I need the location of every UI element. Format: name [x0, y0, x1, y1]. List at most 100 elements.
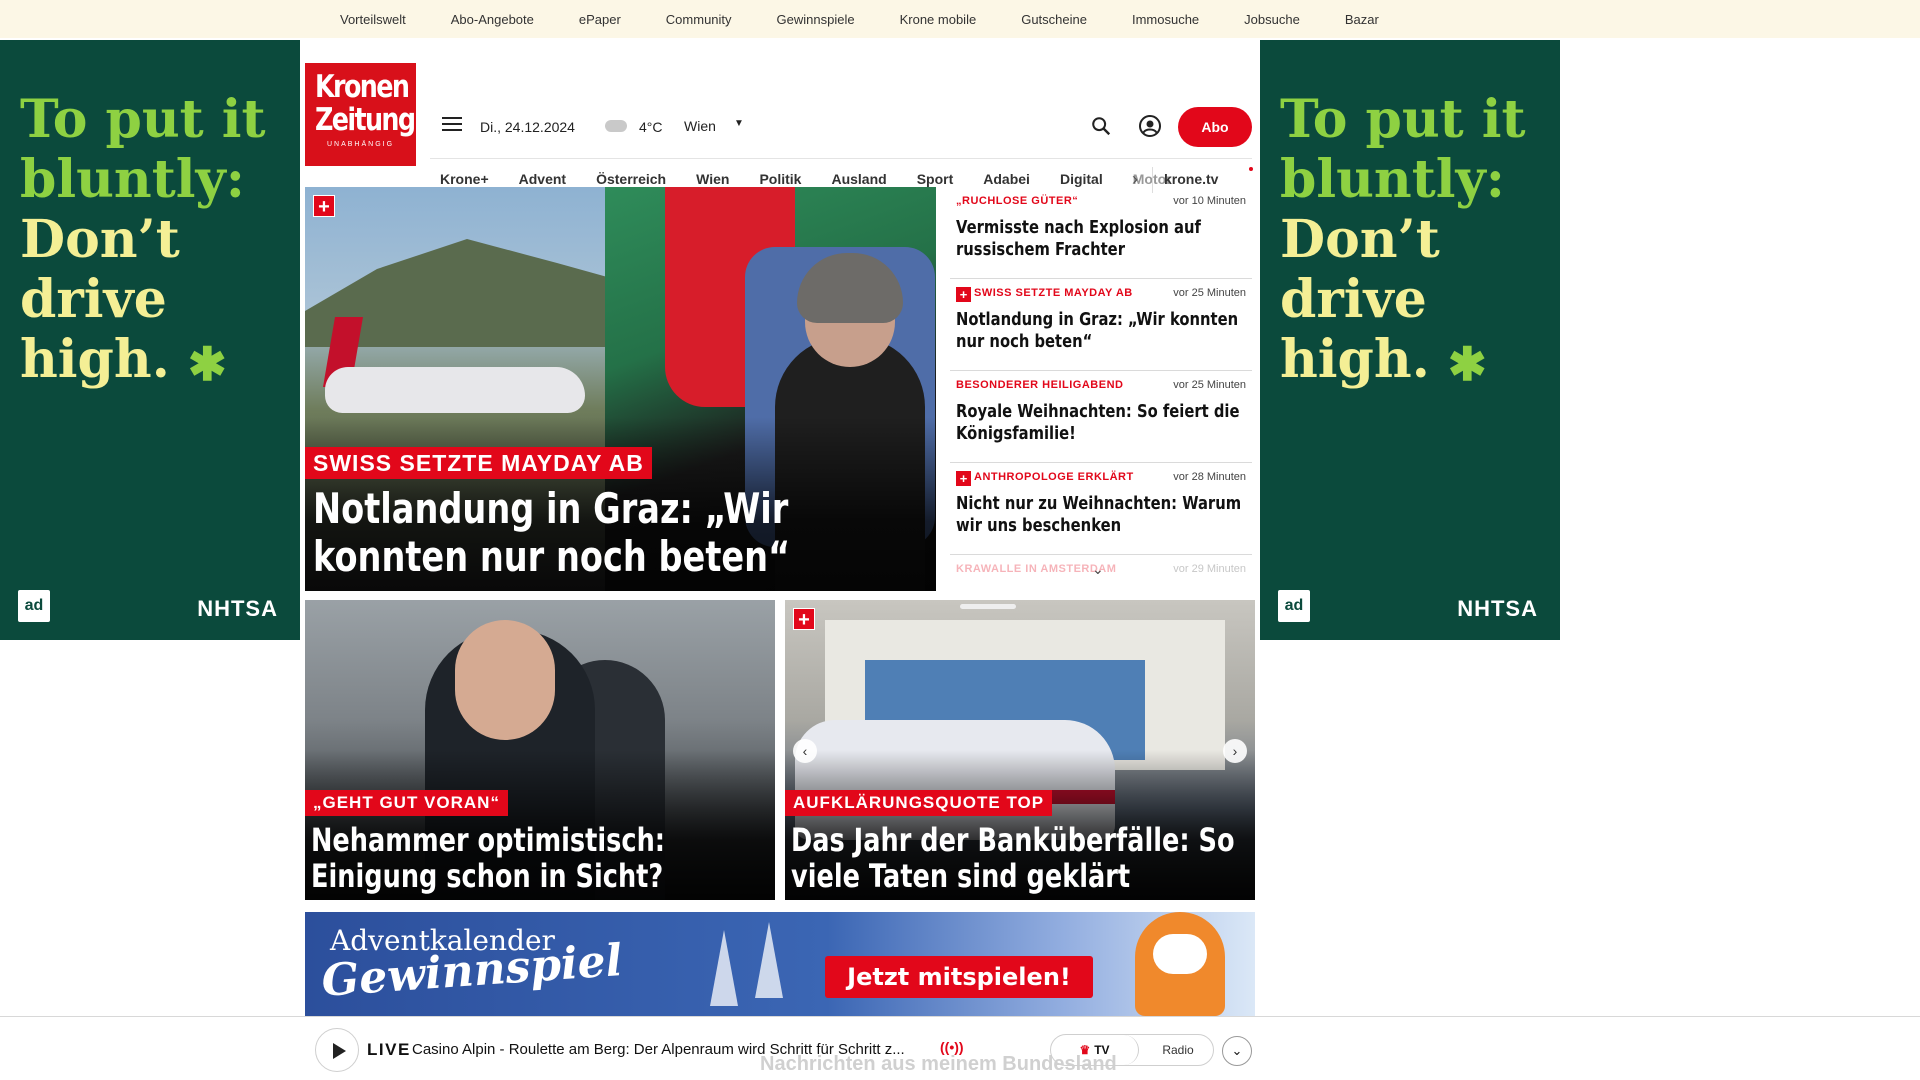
ticker-time: vor 29 Minuten — [1173, 563, 1246, 575]
logo-word-zeitung: Zeitung — [314, 102, 416, 138]
hero-article[interactable]: + SWISS SETZTE MAYDAY AB Notlandung in G… — [305, 187, 936, 591]
topnav-link-abo-angebote[interactable]: Abo-Angebote — [451, 12, 534, 27]
krone-plus-icon: + — [956, 287, 971, 302]
ad-slogan-line2: Don’t drive high. — [1280, 209, 1440, 390]
teaser-headline[interactable]: Das Jahr der Banküberfälle: So viele Tat… — [791, 822, 1255, 894]
tree-icon — [710, 930, 738, 1006]
kronen-zeitung-logo[interactable]: Kronen Zeitung UNABHÄNGIG — [305, 63, 416, 166]
krone-plus-icon: + — [793, 608, 815, 631]
tab-politik[interactable]: Politik — [759, 171, 801, 187]
teaser-article[interactable]: „GEHT GUT VORAN“ Nehammer optimistisch: … — [305, 600, 775, 900]
logo-tagline: UNABHÄNGIG — [326, 141, 395, 148]
tv-radio-toggle: ♛ TV Radio — [1050, 1034, 1214, 1066]
ad-council-logo: ad — [18, 590, 50, 622]
carousel-next-icon[interactable]: › — [1223, 739, 1247, 763]
live-dot-icon — [1249, 167, 1253, 171]
cannabis-leaf-icon: ✱ — [187, 336, 227, 391]
ticker-title[interactable]: Vermisste nach Explosion auf russischem … — [956, 217, 1243, 261]
teaser-headline[interactable]: Nehammer optimistisch: Einigung schon in… — [311, 822, 775, 894]
topnav-link-vorteilswelt[interactable]: Vorteilswelt — [340, 12, 406, 27]
ad-slogan-line2: Don’t drive high. — [20, 209, 180, 390]
nhtsa-logo-text: NHTSA — [197, 596, 278, 621]
nhtsa-logo: NHTSA — [1457, 596, 1538, 622]
tab-wien[interactable]: Wien — [696, 171, 729, 187]
main-content: Kronen Zeitung UNABHÄNGIG Di., 24.12.202… — [300, 38, 1260, 1080]
ticker-item[interactable]: + SWISS SETZTE MAYDAY AB vor 25 Minuten … — [950, 279, 1252, 371]
topnav-link-krone-mobile[interactable]: Krone mobile — [900, 12, 977, 27]
right-skyscraper-ad[interactable]: To put it bluntly: Don’t drive high. ✱ a… — [1260, 40, 1560, 640]
broadcast-icon: ((•)) — [940, 1039, 964, 1055]
cloud-icon — [605, 120, 627, 132]
ticker-title[interactable]: Nicht nur zu Weihnachten: Warum wir uns … — [956, 493, 1243, 537]
topnav-link-immosuche[interactable]: Immosuche — [1132, 12, 1199, 27]
city-selector[interactable]: Wien — [684, 118, 716, 134]
ticker-time: vor 25 Minuten — [1173, 287, 1246, 299]
ticker-item[interactable]: „RUCHLOSE GÜTER“ vor 10 Minuten Vermisst… — [950, 187, 1252, 279]
chevron-down-icon[interactable]: ⌄ — [1092, 561, 1104, 578]
tab-krone-plus[interactable]: Krone+ — [440, 171, 489, 187]
ticker-title[interactable]: Royale Weihnachten: So feiert die Königs… — [956, 401, 1243, 445]
teaser-photo-portrait — [455, 620, 555, 740]
ad-slogan: To put it bluntly: Don’t drive high. ✱ — [20, 90, 290, 394]
carousel-indicator — [960, 604, 1016, 609]
tv-toggle-button[interactable]: ♛ TV — [1051, 1035, 1139, 1065]
current-date: Di., 24.12.2024 — [480, 119, 575, 135]
ad-slogan-line1: To put it bluntly: — [1280, 89, 1526, 210]
tab-sport[interactable]: Sport — [917, 171, 954, 187]
tab-oesterreich[interactable]: Österreich — [596, 171, 666, 187]
ticker-time: vor 28 Minuten — [1173, 471, 1246, 483]
top-utility-links: Vorteilswelt Abo-Angebote ePaper Communi… — [340, 0, 1424, 38]
abo-button[interactable]: Abo — [1178, 107, 1252, 147]
search-icon[interactable] — [1090, 115, 1112, 137]
news-ticker: „RUCHLOSE GÜTER“ vor 10 Minuten Vermisst… — [950, 187, 1252, 591]
chevron-down-icon[interactable]: ⌄ — [1222, 1036, 1252, 1066]
hero-headline[interactable]: Notlandung in Graz: „Wir konnten nur noc… — [313, 485, 921, 581]
hero-photo-airplane — [325, 367, 585, 413]
account-icon[interactable] — [1138, 114, 1162, 138]
topnav-link-community[interactable]: Community — [666, 12, 732, 27]
topnav-link-jobsuche[interactable]: Jobsuche — [1244, 12, 1300, 27]
ticker-time: vor 10 Minuten — [1173, 195, 1246, 207]
ad-council-logo: ad — [1278, 590, 1310, 622]
teaser-kicker: AUFKLÄRUNGSQUOTE TOP — [785, 790, 1053, 816]
menu-icon[interactable] — [442, 117, 462, 133]
topnav-link-gewinnspiele[interactable]: Gewinnspiele — [777, 12, 855, 27]
tab-adabei[interactable]: Adabei — [983, 171, 1030, 187]
topnav-link-epaper[interactable]: ePaper — [579, 12, 621, 27]
radio-toggle-button[interactable]: Radio — [1143, 1035, 1213, 1065]
live-label: LIVE — [367, 1040, 411, 1059]
play-icon[interactable] — [315, 1028, 359, 1072]
krone-plus-icon: + — [313, 195, 335, 218]
caret-down-icon[interactable]: ▼ — [734, 118, 744, 129]
tab-ausland[interactable]: Ausland — [831, 171, 886, 187]
live-stream-title[interactable]: Casino Alpin - Roulette am Berg: Der Alp… — [412, 1041, 932, 1058]
tab-advent[interactable]: Advent — [519, 171, 566, 187]
topnav-link-gutscheine[interactable]: Gutscheine — [1021, 12, 1087, 27]
ticker-item[interactable]: BESONDERER HEILIGABEND vor 25 Minuten Ro… — [950, 371, 1252, 463]
krone-plus-icon: + — [956, 471, 971, 486]
temperature: 4°C — [639, 119, 663, 135]
top-utility-bar: Vorteilswelt Abo-Angebote ePaper Communi… — [0, 0, 1920, 38]
ticker-kicker: SWISS SETZTE MAYDAY AB — [974, 287, 1133, 299]
advent-calendar-banner[interactable]: Adventkalender Gewinnspiel Jetzt mitspie… — [305, 912, 1255, 1016]
ticker-item[interactable]: + ANTHROPOLOGE ERKLÄRT vor 28 Minuten Ni… — [950, 463, 1252, 555]
nhtsa-logo: NHTSA — [197, 596, 278, 622]
topnav-link-bazar[interactable]: Bazar — [1345, 12, 1379, 27]
ticker-kicker: ANTHROPOLOGE ERKLÄRT — [974, 471, 1134, 483]
logo-word-kronen: Kronen — [314, 69, 410, 105]
hero-kicker: SWISS SETZTE MAYDAY AB — [305, 447, 652, 479]
krone-tv-link[interactable]: krone.tv — [1164, 171, 1218, 187]
carousel-prev-icon[interactable]: ‹ — [793, 739, 817, 763]
tree-icon — [755, 922, 783, 998]
left-skyscraper-ad[interactable]: To put it bluntly: Don’t drive high. ✱ a… — [0, 40, 300, 640]
ticker-kicker: „RUCHLOSE GÜTER“ — [956, 195, 1079, 207]
live-player-bar: Nachrichten aus meinem Bundesland LIVE C… — [0, 1016, 1920, 1080]
tab-digital[interactable]: Digital — [1060, 171, 1103, 187]
ticker-title[interactable]: Notlandung in Graz: „Wir konnten nur noc… — [956, 309, 1243, 353]
teaser-article[interactable]: + ‹ › AUFKLÄRUNGSQUOTE TOP Das Jahr der … — [785, 600, 1255, 900]
play-now-button[interactable]: Jetzt mitspielen! — [825, 956, 1093, 998]
tv-label: TV — [1094, 1043, 1110, 1057]
crown-icon: ♛ — [1079, 1043, 1091, 1057]
cannabis-leaf-icon: ✱ — [1447, 336, 1487, 391]
nhtsa-logo-text: NHTSA — [1457, 596, 1538, 621]
